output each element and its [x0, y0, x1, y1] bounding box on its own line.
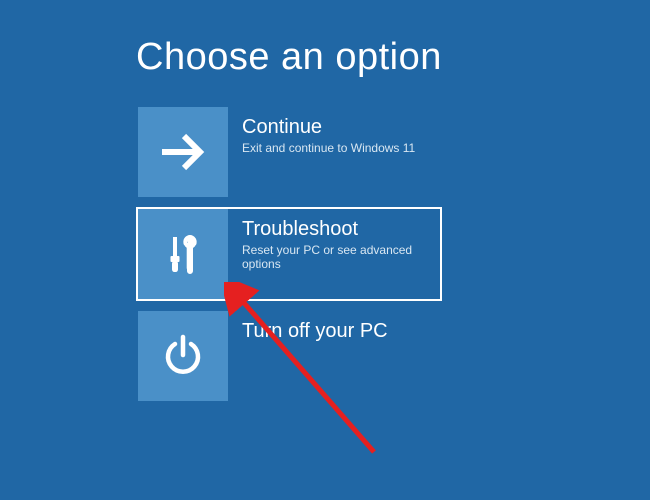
- option-text: Turn off your PC: [228, 311, 440, 343]
- option-text: Continue Exit and continue to Windows 11: [228, 107, 440, 155]
- option-desc: Exit and continue to Windows 11: [242, 141, 430, 155]
- tools-icon: [138, 209, 228, 299]
- option-title: Continue: [242, 115, 430, 139]
- arrow-right-icon: [138, 107, 228, 197]
- recovery-options-screen: Choose an option Continue Exit and conti…: [0, 0, 650, 403]
- option-title: Turn off your PC: [242, 319, 430, 343]
- power-icon: [138, 311, 228, 401]
- option-title: Troubleshoot: [242, 217, 430, 241]
- options-list: Continue Exit and continue to Windows 11: [136, 105, 650, 403]
- option-turn-off[interactable]: Turn off your PC: [136, 309, 442, 403]
- option-troubleshoot[interactable]: Troubleshoot Reset your PC or see advanc…: [136, 207, 442, 301]
- page-title: Choose an option: [136, 36, 650, 79]
- option-desc: Reset your PC or see advanced options: [242, 243, 430, 271]
- option-text: Troubleshoot Reset your PC or see advanc…: [228, 209, 440, 271]
- option-continue[interactable]: Continue Exit and continue to Windows 11: [136, 105, 442, 199]
